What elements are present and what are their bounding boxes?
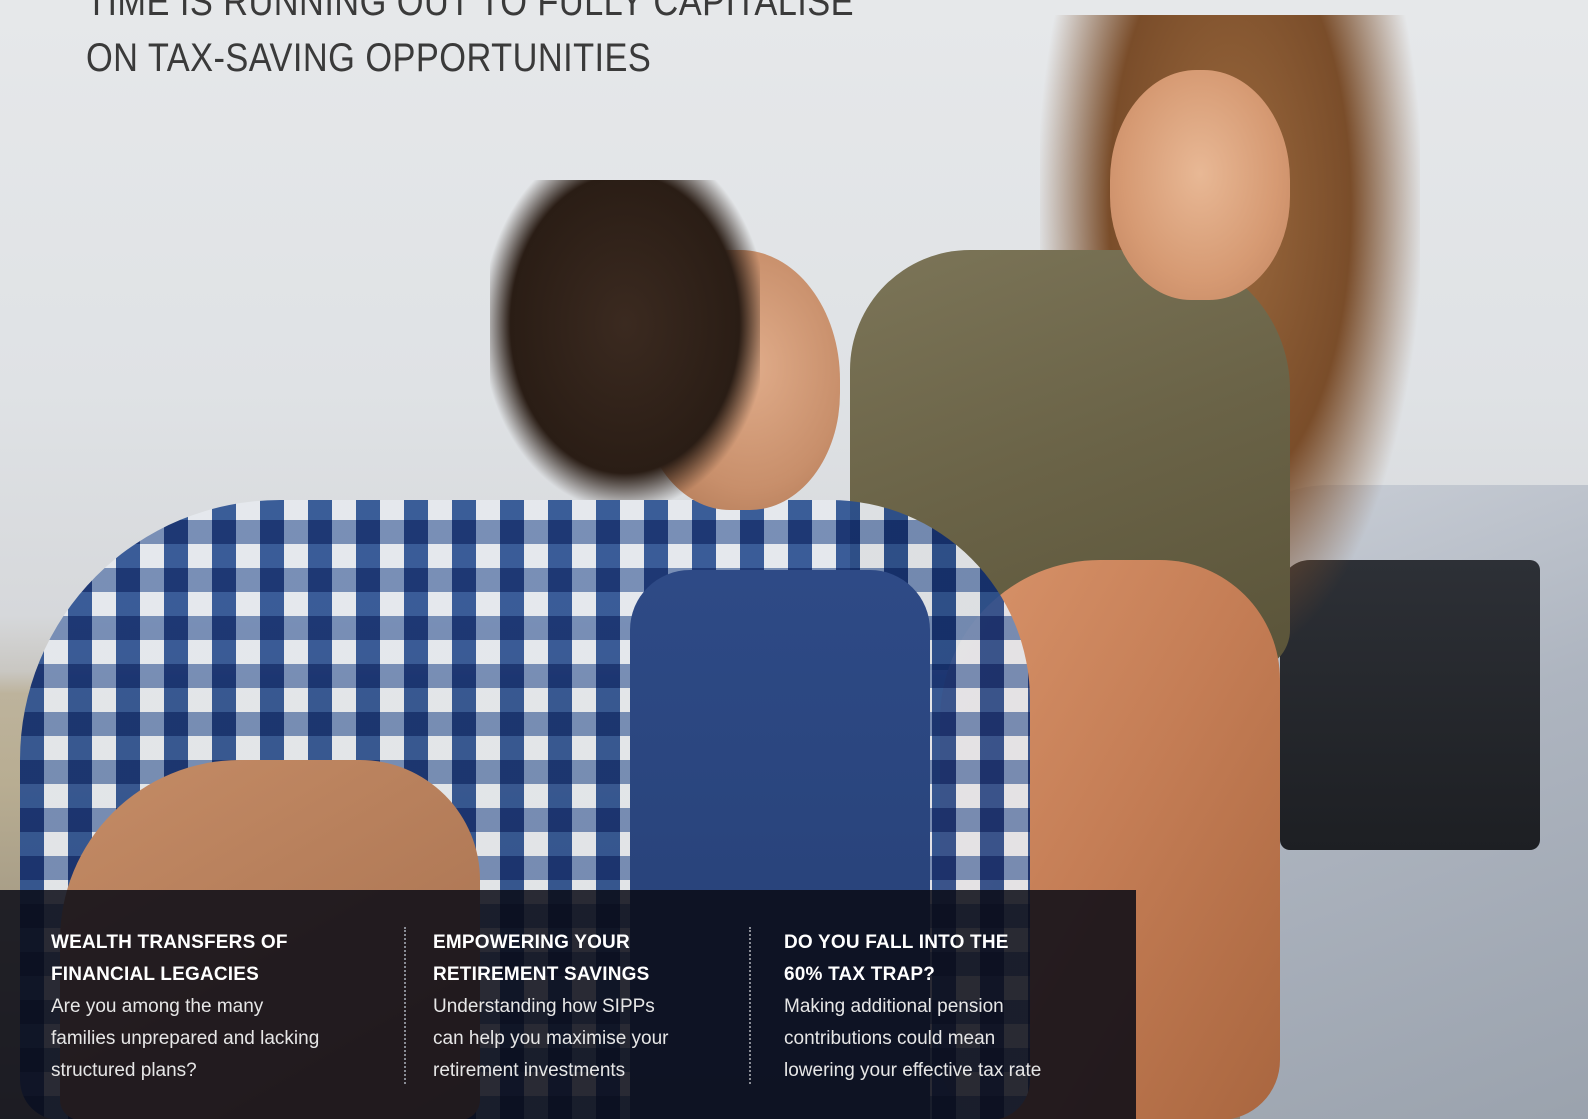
man-hair xyxy=(490,180,760,500)
card-title-line: WEALTH TRANSFERS OF xyxy=(51,932,288,953)
card-text-line: lowering your effective tax rate xyxy=(784,1060,1042,1081)
info-band: WEALTH TRANSFERS OF FINANCIAL LEGACIES A… xyxy=(0,890,1136,1119)
card-retirement-savings[interactable]: EMPOWERING YOUR RETIREMENT SAVINGS Under… xyxy=(433,927,733,1087)
woman-face xyxy=(1110,70,1290,300)
card-text-line: Understanding how SIPPs xyxy=(433,996,655,1017)
card-title-line: 60% TAX TRAP? xyxy=(784,964,936,985)
card-text: Making additional pension contributions … xyxy=(784,991,1104,1087)
card-title: EMPOWERING YOUR RETIREMENT SAVINGS xyxy=(433,927,733,991)
card-tax-trap[interactable]: DO YOU FALL INTO THE 60% TAX TRAP? Makin… xyxy=(784,927,1104,1087)
card-title-line: RETIREMENT SAVINGS xyxy=(433,964,650,985)
card-text-line: Are you among the many xyxy=(51,996,264,1017)
card-text-line: contributions could mean xyxy=(784,1028,996,1049)
card-title-line: FINANCIAL LEGACIES xyxy=(51,964,260,985)
card-text-line: can help you maximise your xyxy=(433,1028,669,1049)
card-text: Are you among the many families unprepar… xyxy=(51,991,381,1087)
headline-line-1: TIME IS RUNNING OUT TO FULLY CAPITALISE xyxy=(86,0,854,24)
card-text-line: families unprepared and lacking xyxy=(51,1028,320,1049)
card-text-line: structured plans? xyxy=(51,1060,197,1081)
card-title-line: EMPOWERING YOUR xyxy=(433,932,630,953)
headline-line-2: ON TAX-SAVING OPPORTUNITIES xyxy=(86,36,652,80)
card-title-line: DO YOU FALL INTO THE xyxy=(784,932,1009,953)
card-text-line: Making additional pension xyxy=(784,996,1004,1017)
card-title: WEALTH TRANSFERS OF FINANCIAL LEGACIES xyxy=(51,927,381,991)
card-text-line: retirement investments xyxy=(433,1060,626,1081)
page-headline: TIME IS RUNNING OUT TO FULLY CAPITALISE … xyxy=(86,0,854,86)
dotted-divider xyxy=(404,927,406,1084)
card-wealth-transfers[interactable]: WEALTH TRANSFERS OF FINANCIAL LEGACIES A… xyxy=(51,927,381,1087)
card-text: Understanding how SIPPs can help you max… xyxy=(433,991,733,1087)
dotted-divider xyxy=(749,927,751,1084)
card-title: DO YOU FALL INTO THE 60% TAX TRAP? xyxy=(784,927,1104,991)
